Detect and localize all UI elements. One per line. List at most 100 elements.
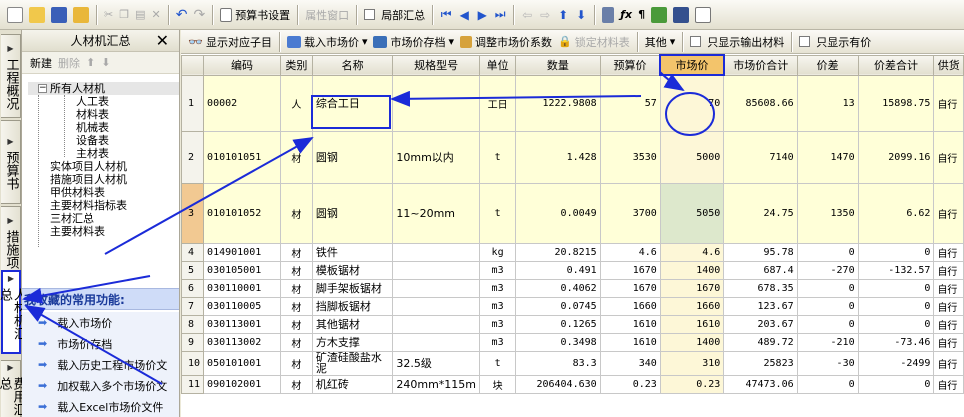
tree-item-labor[interactable]: 人工表 bbox=[28, 95, 179, 108]
move-down-icon[interactable]: ⬇ bbox=[572, 8, 590, 22]
paste-icon[interactable]: ▤ bbox=[132, 4, 148, 26]
only-output-checkbox[interactable] bbox=[690, 36, 702, 47]
market-total-cell[interactable]: 25823 bbox=[723, 350, 798, 376]
market-price-cell[interactable]: 5050 bbox=[659, 182, 725, 244]
name-cell[interactable]: 矿渣硅酸盐水泥 bbox=[311, 350, 394, 376]
col-price-diff[interactable]: 价差 bbox=[796, 54, 859, 76]
move-up-icon[interactable]: ⬆ bbox=[554, 8, 572, 22]
diff-total-cell[interactable]: 0 bbox=[857, 242, 935, 262]
market-price-cell[interactable]: 70 bbox=[659, 74, 725, 132]
code-cell[interactable]: 030113002 bbox=[203, 332, 281, 352]
supply-cell[interactable]: 自行 bbox=[933, 350, 964, 376]
budget-price-cell[interactable]: 3530 bbox=[599, 130, 661, 184]
only-output-toggle[interactable]: 只显示输出材料 bbox=[687, 31, 787, 53]
code-cell[interactable]: 030110005 bbox=[203, 296, 281, 316]
new-file-icon[interactable] bbox=[4, 4, 26, 26]
name-cell[interactable]: 模板锯材 bbox=[311, 260, 394, 280]
move-right-icon[interactable]: ⇨ bbox=[536, 8, 554, 22]
last-record-icon[interactable]: ⏭ bbox=[491, 7, 509, 22]
tab-project-overview[interactable]: ▶ 工程概况 bbox=[1, 34, 21, 118]
folder-icon[interactable] bbox=[70, 4, 92, 26]
unit-cell[interactable]: m3 bbox=[478, 278, 517, 298]
table-row[interactable]: 11 090102001 材机红砖 240mm*115m 块 206404.630 0.23… bbox=[181, 374, 964, 394]
show-sub-items-button[interactable]: 👓 显示对应子目 bbox=[185, 31, 275, 53]
name-cell[interactable]: 综合工日 bbox=[311, 74, 394, 132]
table-row[interactable]: 3 010101052 材圆钢 11~20mm t 0.0049 3700 5050 24.75… bbox=[181, 182, 964, 244]
collapse-icon[interactable]: − bbox=[38, 84, 47, 93]
property-window-button[interactable]: 属性窗口 bbox=[302, 4, 352, 26]
market-price-cell[interactable]: 310 bbox=[659, 350, 725, 376]
tab-budget-book[interactable]: ▶ 预算书 bbox=[1, 120, 21, 204]
table-row[interactable]: 4 014901001 材铁件 kg 20.8215 4.6 4.6 95.78 0 0 自行 bbox=[181, 242, 964, 262]
tree-item-main-material[interactable]: 主材表 bbox=[28, 147, 179, 160]
code-cell[interactable]: 030105001 bbox=[203, 260, 281, 280]
spec-cell[interactable] bbox=[392, 242, 480, 262]
diff-total-cell[interactable]: -2499 bbox=[857, 350, 935, 376]
fav-market-price-archive[interactable]: ➡ 市场价存档 bbox=[22, 333, 179, 354]
category-cell[interactable]: 材 bbox=[279, 350, 313, 376]
name-cell[interactable]: 圆钢 bbox=[311, 182, 394, 244]
table-row[interactable]: 1 00002 人综合工日 工日 1222.9808 57 70 85608.66 13 1589… bbox=[181, 74, 964, 132]
market-price-cell[interactable]: 5000 bbox=[659, 130, 725, 184]
code-cell[interactable]: 014901001 bbox=[203, 242, 281, 262]
code-cell[interactable]: 050101001 bbox=[203, 350, 281, 376]
col-code[interactable]: 编码 bbox=[203, 54, 281, 76]
quantity-cell[interactable]: 83.3 bbox=[515, 350, 601, 376]
open-folder-icon[interactable] bbox=[26, 4, 48, 26]
spec-cell[interactable] bbox=[392, 314, 480, 334]
tree-item-entity[interactable]: 实体项目人材机 bbox=[28, 160, 179, 173]
unit-cell[interactable]: kg bbox=[478, 242, 517, 262]
quantity-cell[interactable]: 1.428 bbox=[515, 130, 601, 184]
diff-total-cell[interactable]: 15898.75 bbox=[857, 74, 935, 132]
budget-price-cell[interactable]: 1610 bbox=[599, 332, 661, 352]
supply-cell[interactable]: 自行 bbox=[933, 332, 964, 352]
market-total-cell[interactable]: 678.35 bbox=[723, 278, 798, 298]
budget-settings-button[interactable]: 预算书设置 bbox=[217, 4, 293, 26]
market-total-cell[interactable]: 203.67 bbox=[723, 314, 798, 334]
cut-icon[interactable]: ✂ bbox=[101, 4, 116, 26]
tree-item-machinery[interactable]: 机械表 bbox=[28, 121, 179, 134]
supply-cell[interactable]: 自行 bbox=[933, 278, 964, 298]
name-cell[interactable]: 圆钢 bbox=[311, 130, 394, 184]
market-price-archive-button[interactable]: 市场价存档 ▾ bbox=[370, 31, 457, 53]
report-icon[interactable] bbox=[670, 4, 692, 26]
next-record-icon[interactable]: ▶ bbox=[473, 8, 491, 22]
market-total-cell[interactable]: 47473.06 bbox=[723, 374, 798, 394]
code-cell[interactable]: 090102001 bbox=[203, 374, 281, 394]
market-price-cell[interactable]: 1400 bbox=[659, 260, 725, 280]
budget-price-cell[interactable]: 1610 bbox=[599, 314, 661, 334]
market-total-cell[interactable]: 7140 bbox=[723, 130, 798, 184]
price-diff-cell[interactable]: 0 bbox=[796, 314, 859, 334]
delete-icon[interactable]: ✕ bbox=[149, 4, 164, 26]
name-cell[interactable]: 铁件 bbox=[311, 242, 394, 262]
quantity-cell[interactable]: 206404.630 bbox=[515, 374, 601, 394]
unit-cell[interactable]: m3 bbox=[478, 314, 517, 334]
supply-cell[interactable]: 自行 bbox=[933, 74, 964, 132]
table-row[interactable]: 9 030113002 材方木支撑 m3 0.3498 1610 1400 489.72 -21… bbox=[181, 332, 964, 352]
col-unit[interactable]: 单位 bbox=[478, 54, 517, 76]
market-price-cell[interactable]: 4.6 bbox=[659, 242, 725, 262]
only-priced-toggle[interactable]: 只显示有价 bbox=[796, 31, 874, 53]
col-budget-price[interactable]: 预算价 bbox=[599, 54, 661, 76]
diff-total-cell[interactable]: 0 bbox=[857, 278, 935, 298]
supply-cell[interactable]: 自行 bbox=[933, 314, 964, 334]
market-total-cell[interactable]: 85608.66 bbox=[723, 74, 798, 132]
quantity-cell[interactable]: 20.8215 bbox=[515, 242, 601, 262]
tab-labor-material-summary[interactable]: ▶ 人材机汇总 bbox=[0, 270, 26, 354]
lock-material-button[interactable]: 🔒 锁定材料表 bbox=[555, 31, 633, 53]
calculator-icon[interactable] bbox=[599, 4, 617, 26]
name-cell[interactable]: 机红砖 bbox=[311, 374, 394, 394]
spec-cell[interactable] bbox=[392, 278, 480, 298]
price-diff-cell[interactable]: 13 bbox=[796, 74, 859, 132]
fav-load-excel[interactable]: ➡ 载入Excel市场价文件 bbox=[22, 396, 179, 417]
category-cell[interactable]: 材 bbox=[279, 130, 313, 184]
table-row[interactable]: 5 030105001 材模板锯材 m3 0.491 1670 1400 687.4 -270-… bbox=[181, 260, 964, 280]
supply-cell[interactable]: 自行 bbox=[933, 374, 964, 394]
supply-cell[interactable]: 自行 bbox=[933, 182, 964, 244]
copy-icon[interactable]: ❐ bbox=[116, 4, 132, 26]
unit-cell[interactable]: m3 bbox=[478, 260, 517, 280]
quantity-cell[interactable]: 0.491 bbox=[515, 260, 601, 280]
price-diff-cell[interactable]: -30 bbox=[796, 350, 859, 376]
name-cell[interactable]: 其他锯材 bbox=[311, 314, 394, 334]
prev-record-icon[interactable]: ◀ bbox=[455, 8, 473, 22]
